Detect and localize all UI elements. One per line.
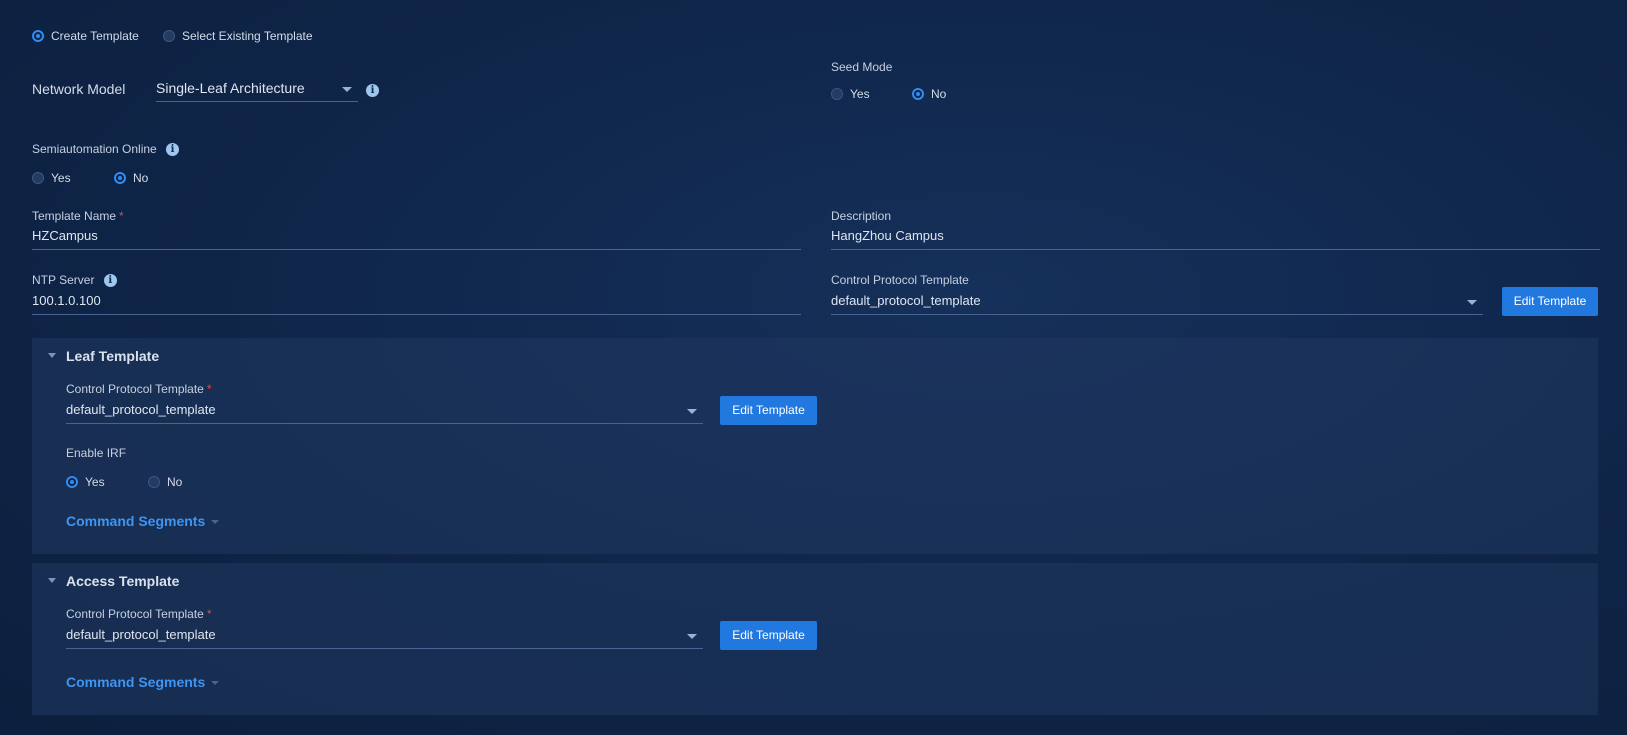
irf-yes-option[interactable]: Yes — [66, 473, 105, 491]
description-label: Description — [831, 209, 892, 223]
description-value: HangZhou Campus — [831, 228, 944, 243]
create-template-option[interactable]: Create Template — [32, 27, 139, 45]
description-input[interactable]: HangZhou Campus — [831, 228, 1600, 250]
leaf-cp-select[interactable]: default_protocol_template — [66, 402, 703, 424]
select-existing-template-radio[interactable] — [163, 29, 175, 42]
network-model-label: Network Model — [32, 81, 126, 97]
semiautomation-yes-label: Yes — [51, 170, 71, 185]
semiautomation-yes-option[interactable]: Yes — [32, 169, 71, 187]
irf-yes-label: Yes — [85, 474, 105, 489]
network-model-info-icon[interactable]: i — [366, 84, 379, 97]
ntp-server-text: NTP Server — [32, 273, 95, 287]
leaf-command-segments-text: Command Segments — [66, 513, 206, 529]
leaf-cp-text: Control Protocol Template — [66, 382, 204, 396]
template-name-value: HZCampus — [32, 228, 98, 243]
access-cp-text: Control Protocol Template — [66, 607, 204, 621]
required-marker: * — [119, 209, 124, 223]
template-name-label: Template Name * — [32, 209, 124, 223]
select-existing-template-label: Select Existing Template — [182, 28, 313, 43]
seed-mode-no-radio[interactable] — [912, 87, 924, 100]
irf-yes-radio[interactable] — [66, 475, 78, 488]
collapse-triangle-icon[interactable] — [48, 578, 56, 583]
leaf-cp-label: Control Protocol Template * — [66, 382, 212, 396]
leaf-edit-template-button[interactable]: Edit Template — [720, 396, 817, 425]
seed-mode-label: Seed Mode — [831, 60, 893, 74]
collapse-triangle-icon[interactable] — [48, 353, 56, 358]
create-template-label: Create Template — [51, 28, 139, 43]
semiautomation-yes-radio[interactable] — [32, 171, 44, 184]
irf-no-label: No — [167, 474, 183, 489]
semiautomation-no-radio[interactable] — [114, 171, 126, 184]
chevron-down-icon — [342, 87, 352, 92]
access-cp-value: default_protocol_template — [66, 627, 216, 642]
irf-no-radio[interactable] — [148, 475, 160, 488]
irf-no-option[interactable]: No — [148, 473, 182, 491]
control-protocol-template-label: Control Protocol Template — [831, 273, 969, 287]
semiautomation-info-icon[interactable]: i — [166, 143, 180, 157]
edit-template-button[interactable]: Edit Template — [1502, 287, 1598, 316]
access-command-segments-text: Command Segments — [66, 674, 206, 690]
template-name-text: Template Name — [32, 209, 117, 223]
seed-mode-no-option[interactable]: No — [912, 85, 946, 103]
ntp-server-info-icon[interactable]: i — [103, 274, 117, 288]
ntp-server-label: NTP Server i — [32, 273, 117, 288]
access-cp-label: Control Protocol Template * — [66, 607, 212, 621]
access-edit-template-button[interactable]: Edit Template — [720, 621, 817, 650]
create-template-radio[interactable] — [32, 29, 44, 42]
semiautomation-online-text: Semiautomation Online — [32, 142, 157, 156]
network-model-value: Single-Leaf Architecture — [156, 80, 305, 96]
semiautomation-no-option[interactable]: No — [114, 169, 148, 187]
leaf-template-panel: Leaf Template Control Protocol Template *… — [32, 338, 1598, 554]
leaf-cp-value: default_protocol_template — [66, 402, 216, 417]
access-template-panel: Access Template Control Protocol Templat… — [32, 563, 1598, 715]
access-template-title[interactable]: Access Template — [66, 573, 179, 589]
select-existing-template-option[interactable]: Select Existing Template — [163, 27, 313, 45]
leaf-template-title[interactable]: Leaf Template — [66, 348, 159, 364]
semiautomation-no-label: No — [133, 170, 149, 185]
chevron-down-icon — [687, 409, 697, 414]
seed-mode-yes-label: Yes — [850, 86, 870, 101]
required-marker: * — [206, 607, 212, 621]
seed-mode-yes-radio[interactable] — [831, 87, 843, 100]
network-model-select[interactable]: Single-Leaf Architecture — [156, 80, 358, 102]
seed-mode-no-label: No — [931, 86, 947, 101]
access-cp-select[interactable]: default_protocol_template — [66, 627, 703, 649]
chevron-down-icon — [687, 634, 697, 639]
chevron-down-icon — [211, 681, 220, 686]
chevron-down-icon — [211, 520, 220, 525]
semiautomation-online-label: Semiautomation Online i — [32, 142, 180, 157]
seed-mode-yes-option[interactable]: Yes — [831, 85, 870, 103]
template-name-input[interactable]: HZCampus — [32, 228, 801, 250]
access-command-segments-link[interactable]: Command Segments — [66, 674, 220, 690]
chevron-down-icon — [1467, 300, 1477, 305]
control-protocol-template-value: default_protocol_template — [831, 293, 981, 308]
required-marker: * — [206, 382, 212, 396]
control-protocol-template-select[interactable]: default_protocol_template — [831, 293, 1483, 315]
ntp-server-input[interactable]: 100.1.0.100 — [32, 293, 801, 315]
ntp-server-value: 100.1.0.100 — [32, 293, 101, 308]
leaf-command-segments-link[interactable]: Command Segments — [66, 513, 220, 529]
enable-irf-label: Enable IRF — [66, 446, 127, 460]
